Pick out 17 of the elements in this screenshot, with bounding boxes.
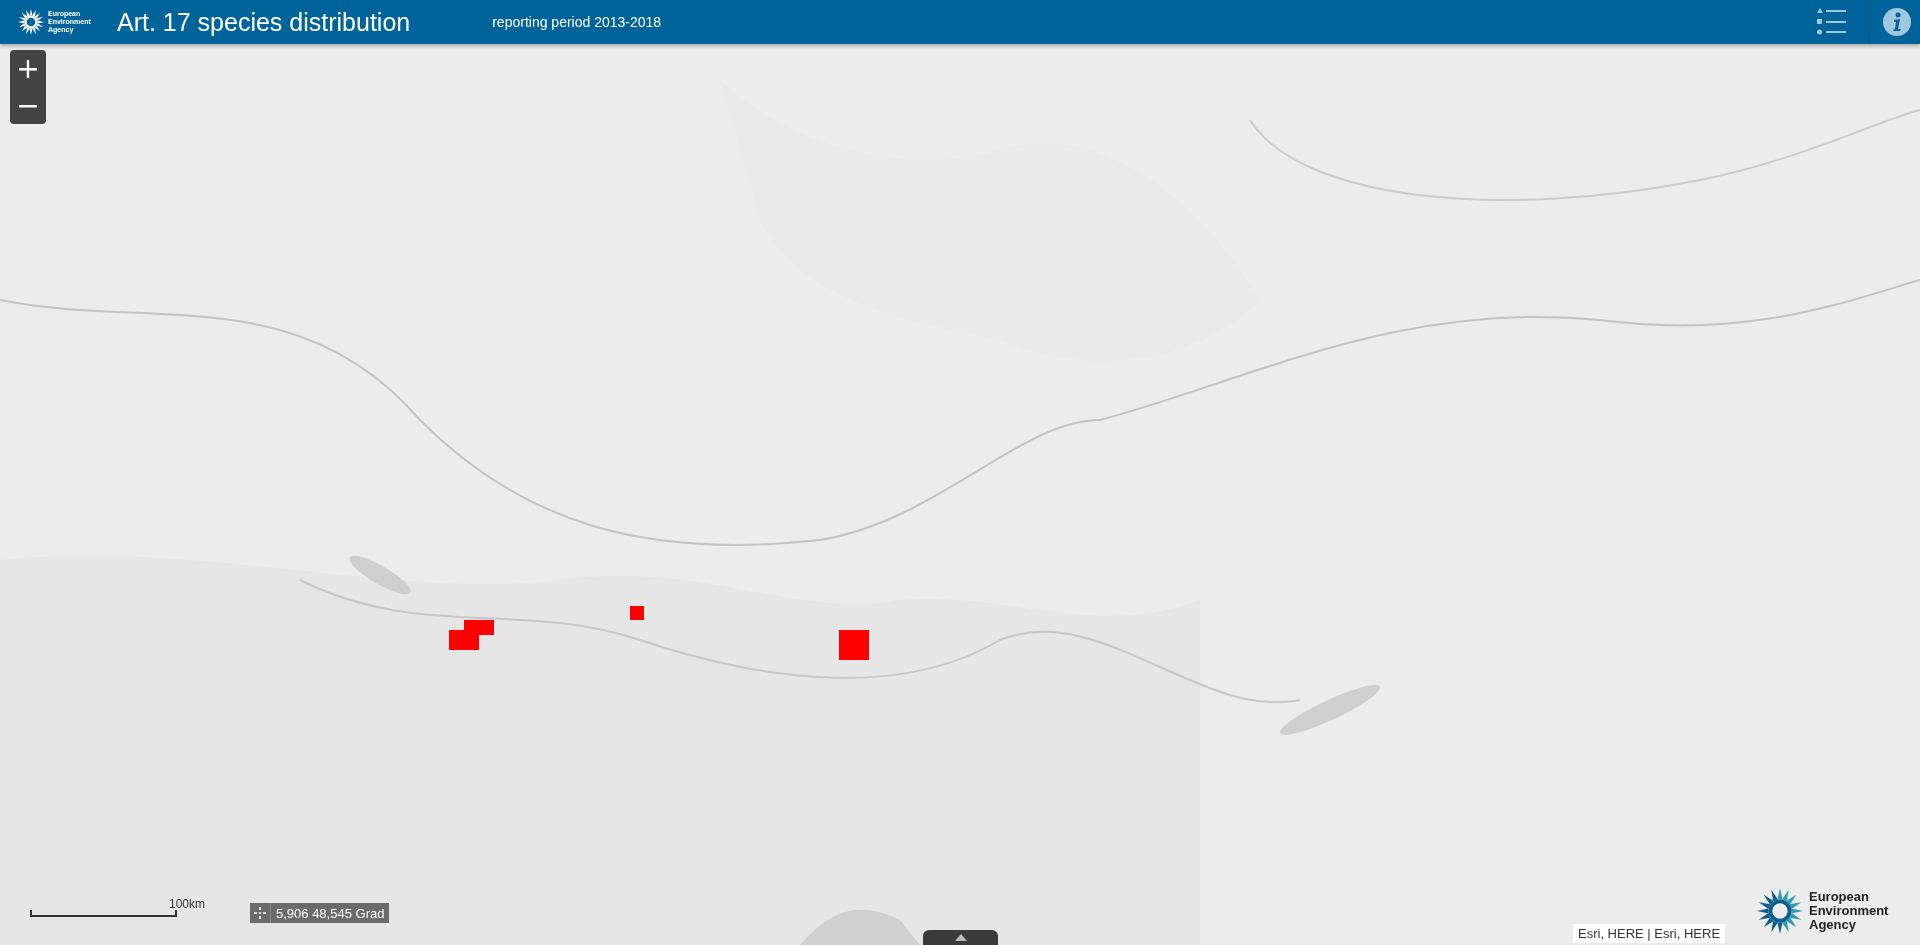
info-button[interactable] (1882, 7, 1912, 37)
attribution-text: Esri, HERE | Esri, HERE (1573, 924, 1726, 943)
info-icon (1882, 7, 1912, 37)
sunburst-icon (1757, 888, 1803, 934)
logo-text: European Environment Agency (1809, 890, 1890, 932)
zoom-in-button[interactable]: + (10, 50, 46, 87)
legend-icon (1815, 8, 1847, 36)
caret-icon (954, 934, 967, 941)
zoom-out-button[interactable]: − (10, 87, 46, 124)
panel-toggle-button[interactable] (923, 930, 998, 945)
app-title: Art. 17 species distribution (117, 7, 411, 37)
sunburst-icon (18, 9, 44, 35)
period-subtitle: reporting period 2013-2018 (492, 14, 662, 30)
scale-label: 100km (169, 897, 206, 911)
crosshair-icon[interactable] (254, 907, 266, 919)
coordinates-text: 5,906 48,545 Grad (275, 905, 386, 921)
legend-button[interactable] (1815, 8, 1847, 36)
